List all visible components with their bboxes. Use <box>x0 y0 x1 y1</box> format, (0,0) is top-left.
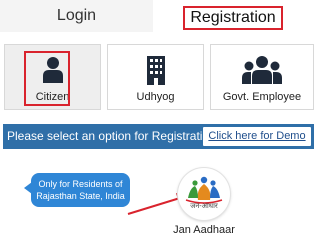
citizen-card[interactable]: Citizen <box>4 44 101 110</box>
udhyog-card[interactable]: Udhyog <box>107 44 204 110</box>
demo-link[interactable]: Click here for Demo <box>203 127 311 146</box>
jan-aadhaar-logo[interactable]: जन-आधार <box>178 168 230 220</box>
govt-employee-label: Govt. Employee <box>222 91 302 103</box>
callout-text: Only for Residents of Rajasthan State, I… <box>36 179 125 201</box>
jan-aadhaar-emblem-icon <box>185 176 223 204</box>
building-icon <box>108 53 203 87</box>
group-icon <box>211 53 313 87</box>
tab-login[interactable]: Login <box>0 0 153 32</box>
jan-aadhaar-label[interactable]: Jan Aadhaar <box>168 224 240 236</box>
citizen-label: Citizen <box>35 91 70 103</box>
tab-registration[interactable]: Registration <box>183 6 283 30</box>
govt-employee-card[interactable]: Govt. Employee <box>210 44 314 110</box>
registration-instruction: Please select an option for Registration <box>7 129 216 143</box>
jan-aadhaar-logo-text: जन-आधार <box>190 203 218 210</box>
udhyog-label: Udhyog <box>136 91 175 103</box>
residents-callout: Only for Residents of Rajasthan State, I… <box>31 173 130 207</box>
person-icon <box>5 53 100 87</box>
registration-info-bar: Please select an option for Registration… <box>3 124 314 149</box>
